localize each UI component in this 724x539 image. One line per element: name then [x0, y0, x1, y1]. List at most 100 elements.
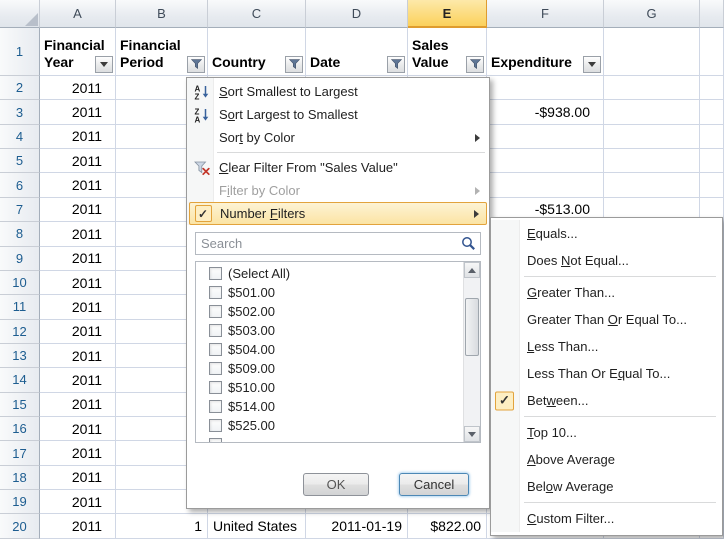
checkbox-icon[interactable] — [209, 343, 222, 356]
menu-item-clear-filter-from-sales-value[interactable]: Clear Filter From "Sales Value" — [189, 156, 487, 179]
checkbox-icon[interactable] — [209, 419, 222, 432]
row-header-17[interactable]: 17 — [0, 441, 40, 465]
checkbox-icon[interactable] — [209, 286, 222, 299]
filter-value-item-partial[interactable] — [196, 435, 463, 443]
submenu-item-less-than[interactable]: Less Than... — [491, 333, 722, 360]
submenu-item-between[interactable]: ✓Between... — [491, 387, 722, 414]
cell-f4[interactable] — [487, 125, 604, 149]
submenu-item-top-10[interactable]: Top 10... — [491, 419, 722, 446]
row-header-13[interactable]: 13 — [0, 344, 40, 368]
cell-a8[interactable]: 2011 — [40, 222, 116, 246]
row-header-2[interactable]: 2 — [0, 76, 40, 100]
column-header-f[interactable]: F — [487, 0, 604, 28]
cell-a16[interactable]: 2011 — [40, 417, 116, 441]
checkbox-icon[interactable] — [209, 305, 222, 318]
scrollbar-thumb[interactable] — [465, 298, 479, 356]
cell-g6[interactable] — [604, 173, 700, 197]
field-header-date[interactable]: Date — [306, 28, 408, 76]
ok-button[interactable]: OK — [303, 473, 369, 496]
column-header-a[interactable]: A — [40, 0, 116, 28]
cell-a3[interactable]: 2011 — [40, 100, 116, 124]
row-header-4[interactable]: 4 — [0, 125, 40, 149]
menu-item-sort-by-color[interactable]: Sort by Color — [189, 126, 487, 149]
cell-a2[interactable]: 2011 — [40, 76, 116, 100]
cell-f6[interactable] — [487, 173, 604, 197]
cell-a7[interactable]: 2011 — [40, 198, 116, 222]
cell-a13[interactable]: 2011 — [40, 344, 116, 368]
scroll-up-button[interactable] — [464, 262, 480, 278]
row-header-9[interactable]: 9 — [0, 247, 40, 271]
checkbox-icon[interactable] — [209, 381, 222, 394]
cell-a19[interactable]: 2011 — [40, 490, 116, 514]
filter-value-item-50100[interactable]: $501.00 — [196, 283, 463, 302]
cell-a6[interactable]: 2011 — [40, 173, 116, 197]
menu-item-sort-smallest-to-largest[interactable]: AZSort Smallest to Largest — [189, 80, 487, 103]
row-header-18[interactable]: 18 — [0, 466, 40, 490]
cell-a15[interactable]: 2011 — [40, 393, 116, 417]
checkbox-icon[interactable] — [209, 267, 222, 280]
filter-applied-button[interactable] — [187, 56, 205, 73]
cell-g3[interactable] — [604, 100, 700, 124]
cell-h3[interactable] — [700, 100, 724, 124]
cancel-button[interactable]: Cancel — [399, 473, 469, 496]
cell-a5[interactable]: 2011 — [40, 149, 116, 173]
row-header-15[interactable]: 15 — [0, 393, 40, 417]
menu-item-sort-largest-to-smallest[interactable]: ZASort Largest to Smallest — [189, 103, 487, 126]
column-header-g[interactable]: G — [604, 0, 700, 28]
cell-g2[interactable] — [604, 76, 700, 100]
submenu-item-custom-filter[interactable]: Custom Filter... — [491, 505, 722, 532]
row-header-12[interactable]: 12 — [0, 320, 40, 344]
cell-a17[interactable]: 2011 — [40, 441, 116, 465]
row-header-11[interactable]: 11 — [0, 295, 40, 319]
cell-f5[interactable] — [487, 149, 604, 173]
cell-overflow-row1[interactable] — [700, 28, 724, 76]
row-header-3[interactable]: 3 — [0, 100, 40, 124]
column-header-b[interactable]: B — [116, 0, 208, 28]
cell-a11[interactable]: 2011 — [40, 295, 116, 319]
cell-h5[interactable] — [700, 149, 724, 173]
filter-value-item-51400[interactable]: $514.00 — [196, 397, 463, 416]
row-header-5[interactable]: 5 — [0, 149, 40, 173]
cell-a9[interactable]: 2011 — [40, 247, 116, 271]
row-header-16[interactable]: 16 — [0, 417, 40, 441]
submenu-item-greater-than-or-equal-to[interactable]: Greater Than Or Equal To... — [491, 306, 722, 333]
filter-dropdown-button[interactable] — [583, 56, 601, 73]
cell-a20[interactable]: 2011 — [40, 514, 116, 538]
submenu-item-greater-than[interactable]: Greater Than... — [491, 279, 722, 306]
filter-applied-button[interactable] — [387, 56, 405, 73]
field-header-country[interactable]: Country — [208, 28, 306, 76]
search-input[interactable] — [195, 232, 481, 255]
checkbox-icon[interactable] — [209, 400, 222, 413]
row-header-10[interactable]: 10 — [0, 271, 40, 295]
cell-a18[interactable]: 2011 — [40, 466, 116, 490]
checkbox-icon[interactable] — [209, 438, 222, 443]
filter-dropdown-button[interactable] — [95, 56, 113, 73]
cell-a10[interactable]: 2011 — [40, 271, 116, 295]
cell-h2[interactable] — [700, 76, 724, 100]
cell-h6[interactable] — [700, 173, 724, 197]
cell-b20[interactable]: 1 — [116, 514, 208, 538]
cell-a12[interactable]: 2011 — [40, 320, 116, 344]
menu-item-number-filters[interactable]: ✓Number Filters — [189, 202, 487, 225]
filter-value-item-50200[interactable]: $502.00 — [196, 302, 463, 321]
field-header-financial-period[interactable]: Financial Period — [116, 28, 208, 76]
column-header-d[interactable]: D — [306, 0, 408, 28]
filter-value-item-50300[interactable]: $503.00 — [196, 321, 463, 340]
cell-a4[interactable]: 2011 — [40, 125, 116, 149]
cell-g4[interactable] — [604, 125, 700, 149]
field-header-financial-year[interactable]: Financial Year — [40, 28, 116, 76]
cell-f3[interactable]: -$938.00 — [487, 100, 604, 124]
cell-f2[interactable] — [487, 76, 604, 100]
submenu-item-less-than-or-equal-to[interactable]: Less Than Or Equal To... — [491, 360, 722, 387]
filter-applied-button[interactable] — [466, 56, 484, 73]
select-all-corner[interactable] — [0, 0, 40, 28]
cell-d20[interactable]: 2011-01-19 — [306, 514, 408, 538]
cell-c20[interactable]: United States — [208, 514, 306, 538]
row-header-7[interactable]: 7 — [0, 198, 40, 222]
filter-value-item-52500[interactable]: $525.00 — [196, 416, 463, 435]
filter-value-item-50400[interactable]: $504.00 — [196, 340, 463, 359]
column-header-c[interactable]: C — [208, 0, 306, 28]
row-header-20[interactable]: 20 — [0, 514, 40, 538]
value-list-scrollbar[interactable] — [463, 262, 480, 442]
filter-value-item-51000[interactable]: $510.00 — [196, 378, 463, 397]
